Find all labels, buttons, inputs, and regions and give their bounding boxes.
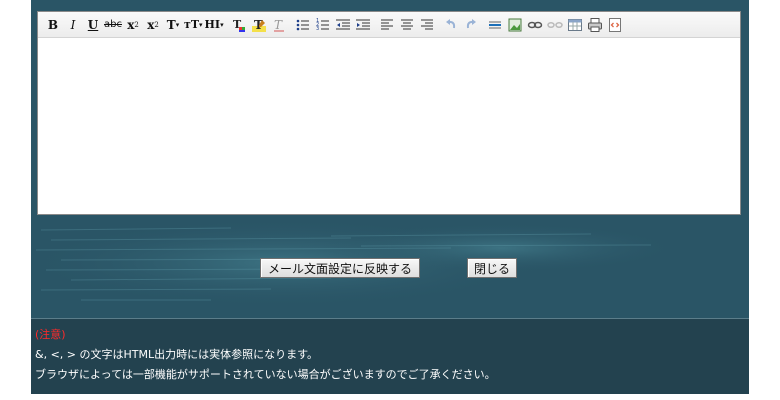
notice-line-browser: ブラウザによっては一部機能がサポートされていない場合がございますのでご了承くださ…: [35, 368, 496, 381]
strikethrough-button[interactable]: abc: [104, 15, 122, 35]
remove-format-icon[interactable]: T: [270, 15, 288, 35]
horizontal-rule-icon[interactable]: [486, 15, 504, 35]
subscript-button[interactable]: x2: [124, 15, 142, 35]
font-family-label: T: [166, 17, 176, 32]
insert-link-icon[interactable]: [526, 15, 544, 35]
outdent-icon[interactable]: [334, 15, 352, 35]
notice-line-entity: &, <, > の文字はHTML出力時には実体参照になります。: [35, 348, 319, 361]
editor-content-area[interactable]: [38, 39, 740, 214]
align-right-icon[interactable]: [418, 15, 436, 35]
redo-icon[interactable]: [462, 15, 480, 35]
highlight-color-icon[interactable]: T: [250, 15, 268, 35]
insert-table-icon[interactable]: [566, 15, 584, 35]
font-color-icon[interactable]: T: [230, 15, 248, 35]
rich-text-editor: B I U abc x2 x2 T ▾ тT ▾ HI ▾ T T T 123: [37, 11, 741, 215]
svg-text:T: T: [274, 18, 283, 32]
italic-button[interactable]: I: [64, 15, 82, 35]
superscript-label: x: [147, 17, 155, 32]
insert-image-icon[interactable]: [506, 15, 524, 35]
notice-title: (注意): [35, 328, 66, 341]
superscript-button[interactable]: x2: [144, 15, 162, 35]
unordered-list-icon[interactable]: [294, 15, 312, 35]
apply-to-mail-button[interactable]: メール文面設定に反映する: [260, 258, 420, 278]
editor-panel: B I U abc x2 x2 T▾ тT▾ HI▾ T T T 123: [31, 0, 749, 394]
bold-label: B: [47, 17, 59, 32]
ordered-list-icon[interactable]: 123: [314, 15, 332, 35]
underline-button[interactable]: U: [84, 15, 102, 35]
heading-button[interactable]: HI ▾: [205, 15, 224, 35]
notice-box: (注意) &, <, > の文字はHTML出力時には実体参照になります。 ブラウ…: [31, 318, 749, 394]
print-icon[interactable]: [586, 15, 604, 35]
font-family-button[interactable]: T ▾: [164, 15, 182, 35]
heading-label: HI: [204, 18, 221, 31]
subscript-label: x: [127, 17, 135, 32]
unlink-icon[interactable]: [546, 15, 564, 35]
bold-button[interactable]: B: [44, 15, 62, 35]
font-size-button[interactable]: тT ▾: [184, 15, 203, 35]
align-center-icon[interactable]: [398, 15, 416, 35]
editor-toolbar: B I U abc x2 x2 T ▾ тT ▾ HI ▾ T T T 123: [38, 12, 740, 38]
svg-text:3: 3: [316, 26, 319, 32]
indent-icon[interactable]: [354, 15, 372, 35]
strikethrough-label: abc: [104, 19, 122, 30]
undo-icon[interactable]: [442, 15, 460, 35]
font-size-label: тT: [184, 18, 200, 31]
close-button[interactable]: 閉じる: [467, 258, 517, 278]
view-source-icon[interactable]: [606, 15, 624, 35]
italic-label: I: [70, 17, 76, 32]
align-left-icon[interactable]: [378, 15, 396, 35]
underline-label: U: [87, 17, 99, 32]
